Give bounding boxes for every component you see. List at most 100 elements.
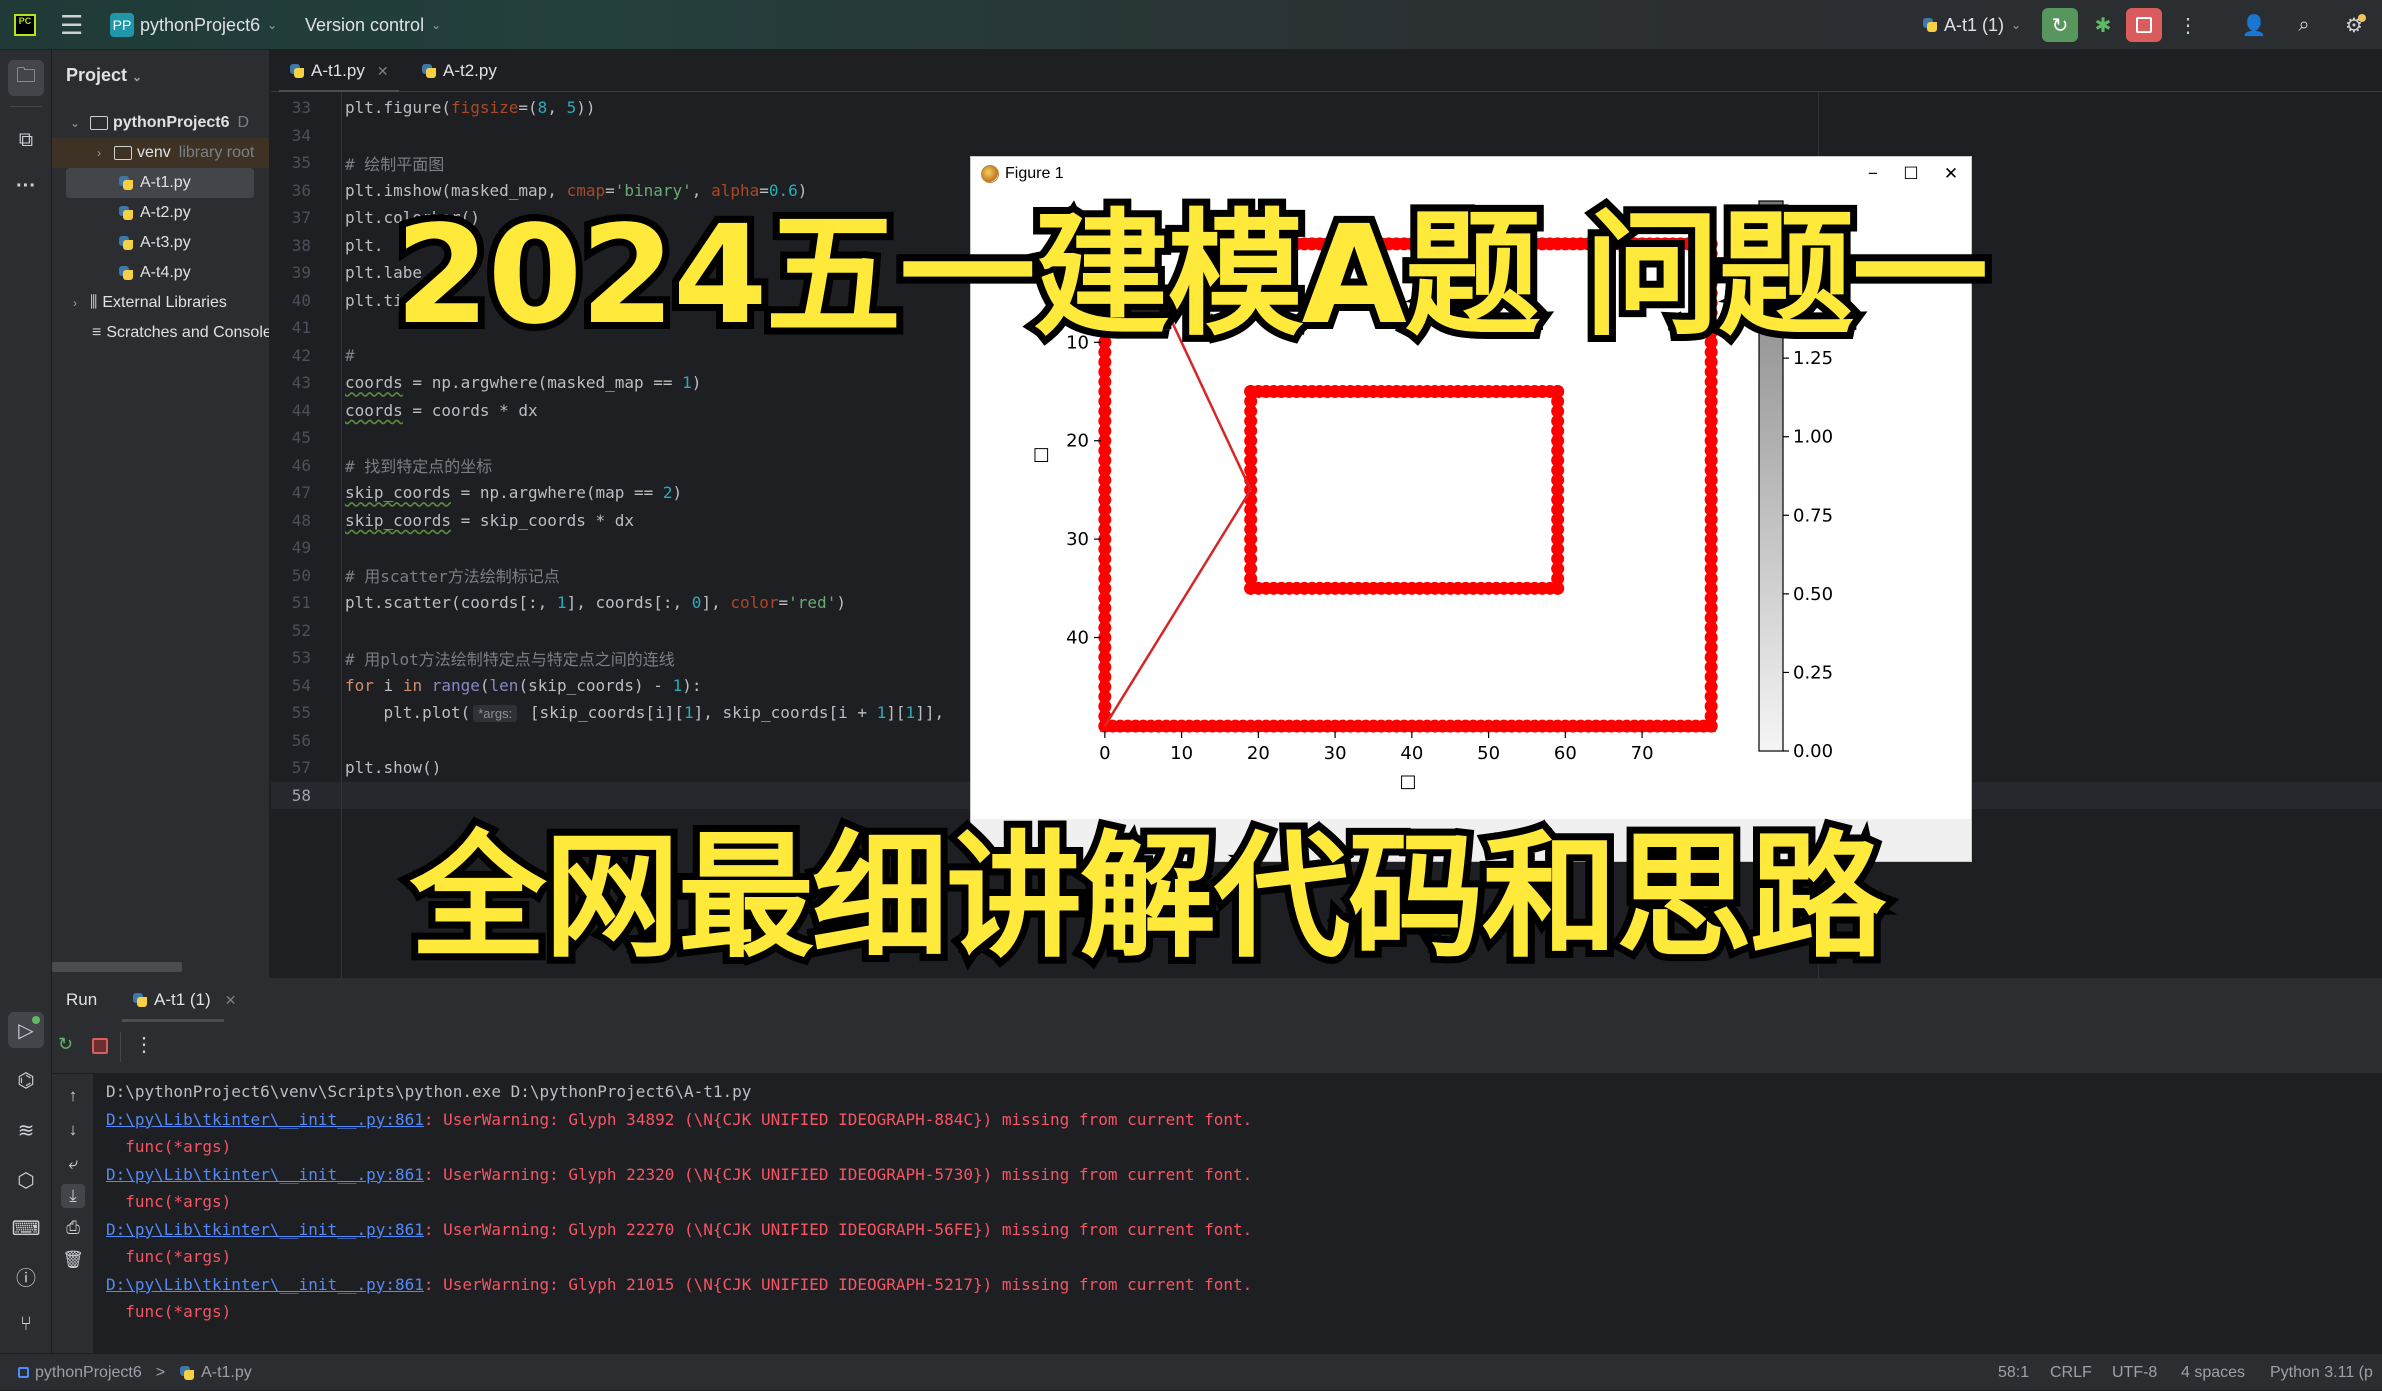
pycharm-logo[interactable]: PC	[14, 0, 36, 50]
console-file-link[interactable]: D:\py\Lib\tkinter\__init__.py:861	[106, 1275, 424, 1294]
colorbar-tick-label: 0.50	[1793, 584, 1833, 605]
project-panel: Project ⌄ ⌄ pythonProject6 D › venv libr…	[52, 50, 270, 978]
horizontal-scrollbar[interactable]	[52, 962, 182, 972]
version-control-menu[interactable]: Version control ⌄	[305, 0, 441, 50]
more-vertical-icon[interactable]: ⋮	[134, 1032, 154, 1057]
breadcrumb-file[interactable]: A-t1.py	[201, 1364, 252, 1382]
run-tool-button[interactable]: ▷	[8, 1012, 44, 1048]
more-actions-button[interactable]: ⋮	[2170, 8, 2206, 42]
line-number: 48	[291, 510, 311, 530]
code-text: # 用plot方法绘制特定点与特定点之间的连线	[345, 649, 675, 669]
console-line: func(*args)	[106, 1298, 231, 1326]
run-tab-a-t1[interactable]: A-t1 (1) ✕	[132, 978, 236, 1022]
tree-item-a-t4[interactable]: A-t4.py	[52, 258, 269, 288]
python-packages-button[interactable]: ≋	[8, 1112, 44, 1148]
main-menu-button[interactable]: ☰	[60, 0, 83, 50]
tree-item-a-t2[interactable]: A-t2.py	[52, 198, 269, 228]
arrow-down-icon[interactable]: ↓	[61, 1118, 85, 1142]
stop-button[interactable]	[2126, 8, 2162, 42]
tree-item-project-root[interactable]: ⌄ pythonProject6 D	[52, 108, 269, 138]
close-button[interactable]: ✕	[1931, 161, 1971, 187]
tab-a-t2[interactable]: A-t2.py	[421, 50, 497, 92]
python-file-icon	[289, 63, 305, 79]
code-line[interactable]: 34	[271, 122, 2382, 150]
tab-a-t1[interactable]: A-t1.py ✕	[279, 50, 399, 93]
module-icon	[18, 1367, 29, 1378]
print-icon[interactable]: ⎙	[61, 1216, 85, 1240]
console-file-link[interactable]: D:\py\Lib\tkinter\__init__.py:861	[106, 1220, 424, 1239]
soft-wrap-icon[interactable]: ⤶	[61, 1152, 85, 1176]
line-ending[interactable]: CRLF	[2050, 1354, 2092, 1391]
tool-window-strip: 🗀 ⧉ ··· ▷ ⌬ ≋ ⬡ ⌨ ⓘ ⑂	[0, 50, 52, 1353]
indent-setting[interactable]: 4 spaces	[2181, 1354, 2245, 1391]
divider	[120, 1032, 121, 1062]
services-button[interactable]: ⬡	[8, 1162, 44, 1198]
tree-item-a-t1[interactable]: A-t1.py	[66, 168, 254, 198]
console-file-link[interactable]: D:\py\Lib\tkinter\__init__.py:861	[106, 1165, 424, 1184]
console-line: func(*args)	[106, 1188, 231, 1216]
scatter-point	[1551, 581, 1565, 595]
python-file-icon	[421, 63, 437, 79]
close-icon[interactable]: ✕	[225, 992, 237, 1009]
x-tick-label: 70	[1631, 743, 1654, 764]
code-with-me-button[interactable]: 👤	[2236, 8, 2272, 42]
folder-icon	[114, 146, 132, 160]
line-number: 44	[291, 400, 311, 420]
stop-icon[interactable]	[92, 1038, 108, 1054]
rerun-button[interactable]: ↻	[2042, 8, 2078, 42]
tree-item-a-t3[interactable]: A-t3.py	[52, 228, 269, 258]
figure-titlebar[interactable]: Figure 1 − ☐ ✕	[971, 157, 1971, 191]
run-config-selector[interactable]: A-t1 (1) ⌄	[1922, 0, 2021, 50]
overlay-title-line2: 全网最细讲解代码和思路	[403, 812, 1893, 984]
close-icon[interactable]: ✕	[377, 63, 389, 80]
line-number: 42	[291, 345, 311, 365]
code-text: plt.scatter(coords[:, 1], coords[:, 0], …	[345, 593, 846, 613]
pycharm-logo-icon: PC	[14, 14, 36, 36]
tree-label: A-t4.py	[140, 264, 191, 281]
scroll-to-end-icon[interactable]: ⤓	[61, 1184, 85, 1208]
line-number: 47	[291, 483, 311, 503]
project-panel-title[interactable]: Project ⌄	[66, 65, 142, 86]
python-file-icon	[118, 235, 134, 251]
x-tick-label: 40	[1400, 743, 1423, 764]
tree-label: Scratches and Consoles	[106, 324, 270, 341]
minimize-button[interactable]: −	[1853, 161, 1893, 187]
tree-item-scratches[interactable]: ≡ Scratches and Consoles	[52, 318, 270, 348]
console-output[interactable]: D:\pythonProject6\venv\Scripts\python.ex…	[94, 1074, 2382, 1353]
tree-item-venv[interactable]: › venv library root	[52, 138, 269, 168]
overlay-title-line1: 2024五一建模A题 问题一	[388, 190, 1995, 362]
settings-button[interactable]: ⚙	[2336, 8, 2372, 42]
tree-label: pythonProject6	[113, 114, 230, 131]
breadcrumb-project[interactable]: pythonProject6	[35, 1364, 142, 1382]
interpreter-selector[interactable]: Python 3.11 (p	[2270, 1354, 2373, 1391]
tree-item-external-libraries[interactable]: › ⫼ External Libraries	[52, 288, 269, 318]
chevron-down-icon: ⌄	[267, 18, 278, 32]
console-line: D:\py\Lib\tkinter\__init__.py:861: UserW…	[106, 1216, 1252, 1244]
line-number: 49	[291, 538, 311, 558]
project-tool-button[interactable]: 🗀	[8, 60, 44, 96]
file-encoding[interactable]: UTF-8	[2112, 1354, 2157, 1391]
terminal-icon: ⌨	[11, 1217, 41, 1240]
python-file-icon	[118, 175, 134, 191]
git-button[interactable]: ⑂	[8, 1306, 44, 1342]
more-tools-button[interactable]: ···	[8, 168, 44, 204]
caret-position[interactable]: 58:1	[1998, 1354, 2029, 1391]
line-number: 50	[291, 565, 311, 585]
x-tick-label: 0	[1099, 743, 1110, 764]
library-icon: ⫼	[90, 294, 98, 311]
problems-button[interactable]: ⓘ	[8, 1258, 44, 1294]
console-file-link[interactable]: D:\py\Lib\tkinter\__init__.py:861	[106, 1110, 424, 1129]
debug-button[interactable]: ✱	[2085, 8, 2121, 42]
python-console-button[interactable]: ⌬	[8, 1062, 44, 1098]
search-everywhere-button[interactable]: ⌕	[2286, 8, 2322, 42]
structure-tool-button[interactable]: ⧉	[8, 122, 44, 158]
arrow-up-icon[interactable]: ↑	[61, 1084, 85, 1108]
maximize-button[interactable]: ☐	[1891, 161, 1931, 187]
code-line[interactable]: 33 plt.figure(figsize=(8, 5))	[271, 94, 2382, 122]
line-number: 55	[291, 703, 311, 723]
code-text: plt.plot(*args: [skip_coords[i][1], skip…	[345, 703, 945, 723]
terminal-button[interactable]: ⌨	[8, 1210, 44, 1246]
project-switcher[interactable]: PP pythonProject6 ⌄	[110, 0, 277, 50]
trash-icon[interactable]: 🗑	[61, 1248, 85, 1272]
rerun-icon[interactable]: ↻	[58, 1034, 82, 1058]
